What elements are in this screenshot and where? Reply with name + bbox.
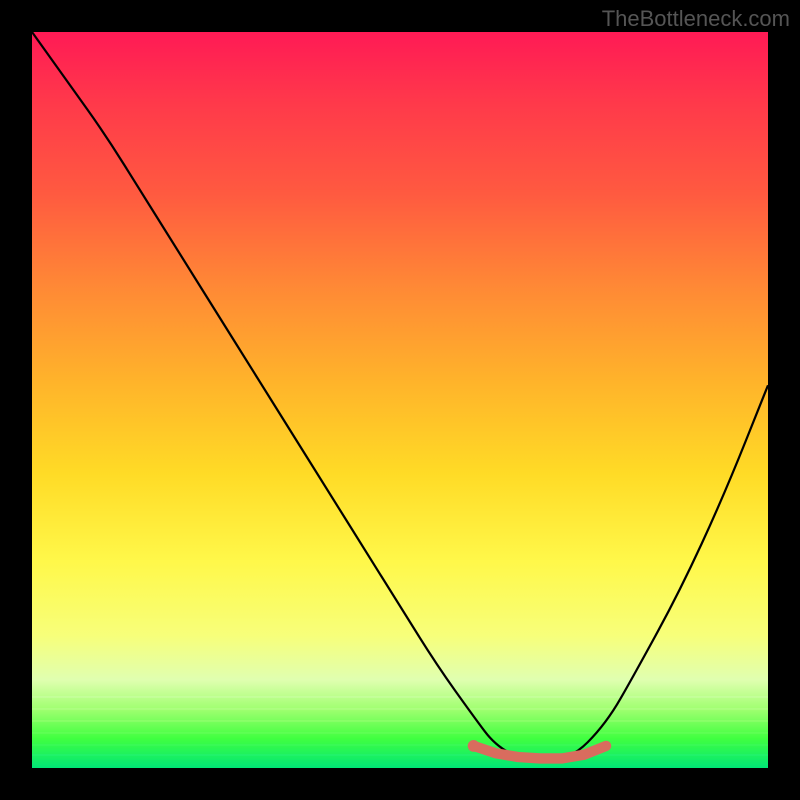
chart-plot-area [32, 32, 768, 768]
watermark-text: TheBottleneck.com [602, 6, 790, 32]
optimal-range-marker [32, 32, 768, 768]
